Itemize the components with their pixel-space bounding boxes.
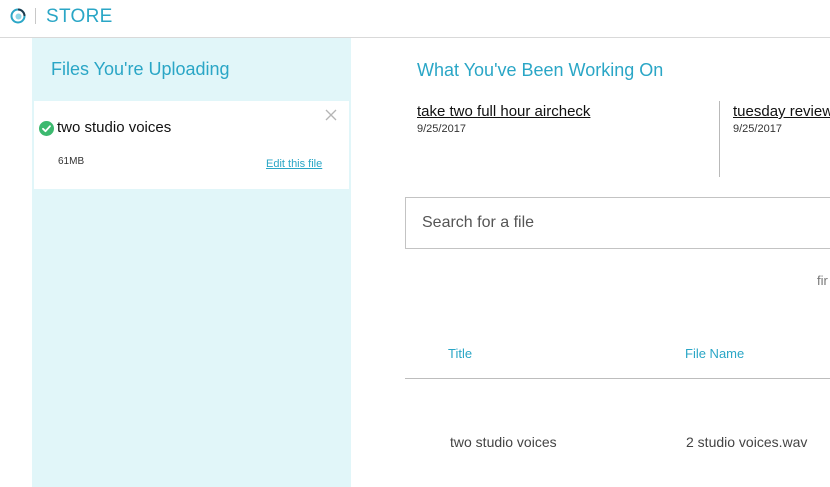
recent-file-date: 9/25/2017 (417, 123, 466, 135)
check-circle-icon (39, 121, 54, 136)
uploads-title: Files You're Uploading (51, 59, 230, 79)
search-input[interactable] (406, 198, 830, 248)
column-header-file-name[interactable]: File Name (685, 346, 744, 361)
recent-file-item[interactable]: tuesday review 9/25/2017 (733, 103, 830, 135)
close-icon[interactable] (324, 108, 338, 122)
recent-divider (719, 101, 720, 177)
table-cell-title[interactable]: two studio voices (450, 434, 557, 450)
recent-file-item[interactable]: take two full hour aircheck 9/25/2017 (417, 103, 590, 135)
header-divider (35, 8, 36, 24)
filter-label[interactable]: fir (817, 273, 828, 288)
recent-work-title: What You've Been Working On (417, 60, 664, 80)
upload-file-size: 61MB (58, 156, 85, 167)
upload-file-name: two studio voices (57, 119, 172, 136)
uploads-sidebar: Files You're Uploading two studio voices… (32, 38, 351, 487)
upload-card: two studio voices 61MB Edit this file (34, 101, 349, 189)
search-box[interactable] (405, 197, 830, 249)
recent-file-date: 9/25/2017 (733, 123, 782, 135)
app-title[interactable]: STORE (46, 6, 113, 28)
table-cell-file-name[interactable]: 2 studio voices.wav (686, 434, 807, 450)
table-header-rule (405, 378, 830, 379)
column-header-title[interactable]: Title (448, 346, 472, 361)
recent-file-name[interactable]: take two full hour aircheck (417, 103, 590, 120)
edit-file-link[interactable]: Edit this file (266, 158, 322, 170)
top-bar: STORE (0, 0, 830, 38)
circle-logo-icon[interactable] (10, 8, 26, 24)
recent-file-name[interactable]: tuesday review (733, 103, 830, 120)
